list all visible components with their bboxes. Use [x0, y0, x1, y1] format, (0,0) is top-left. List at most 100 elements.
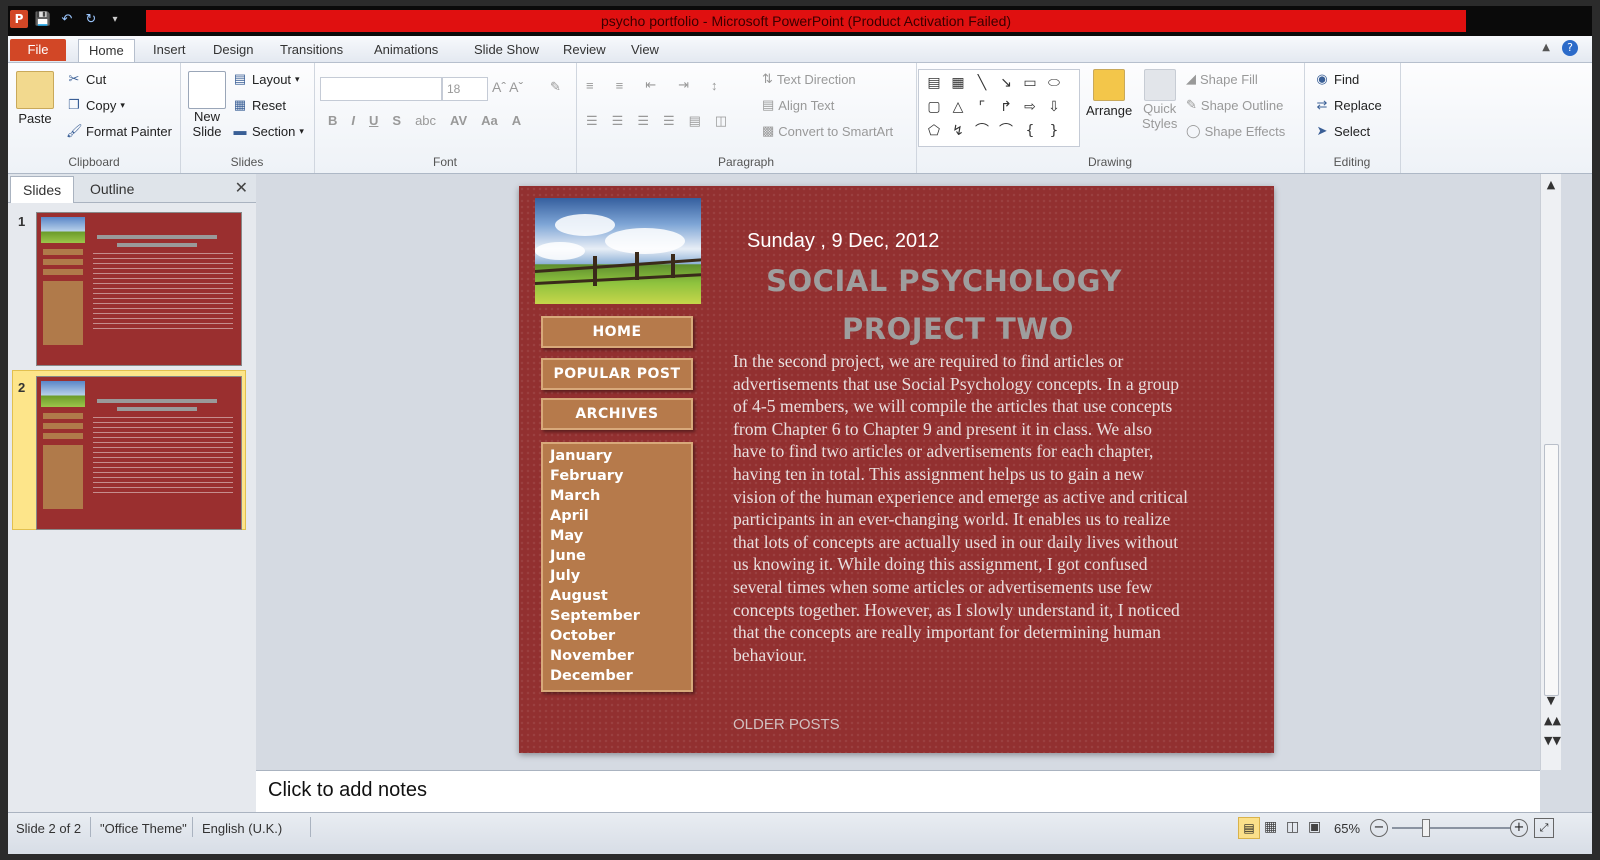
change-case-icon[interactable]: Aa [481, 113, 498, 128]
textbox-vertical-shape-icon[interactable]: ▦ [947, 72, 969, 94]
theme-name[interactable]: "Office Theme" [100, 821, 187, 836]
font-size-select[interactable]: 18 [442, 77, 488, 101]
zoom-out-icon[interactable]: − [1370, 819, 1388, 837]
help-icon[interactable]: ? [1562, 40, 1578, 56]
zoom-level[interactable]: 65% [1334, 821, 1360, 836]
redo-icon[interactable]: ↻ [82, 10, 100, 28]
shape-effects-button[interactable]: ◯ Shape Effects [1186, 123, 1285, 139]
curve-shape-icon[interactable]: ⌒ [971, 120, 993, 142]
slide-canvas[interactable]: HOME POPULAR POST ARCHIVES January Febru… [519, 186, 1274, 753]
freeform-shape-icon[interactable]: ↯ [947, 120, 969, 142]
nav-popular-post-button[interactable]: POPULAR POST [541, 358, 693, 390]
new-slide-button[interactable]: New Slide [188, 71, 226, 139]
line-shape-icon[interactable]: ╲ [971, 72, 993, 94]
tab-animations[interactable]: Animations [364, 39, 448, 61]
elbow-arrow-connector-icon[interactable]: ↱ [995, 96, 1017, 118]
shape-fill-button[interactable]: ◢ Shape Fill [1186, 71, 1258, 87]
arrow-line-shape-icon[interactable]: ↘ [995, 72, 1017, 94]
archive-month[interactable]: February [550, 466, 623, 486]
distribute-icon[interactable]: ▤ [689, 113, 701, 129]
align-text-button[interactable]: ▤ Align Text [762, 97, 834, 113]
oval-shape-icon[interactable]: ⬭ [1043, 72, 1065, 94]
find-button[interactable]: ◉ Find [1314, 71, 1359, 87]
bullets-icon[interactable]: ≡ [586, 78, 594, 93]
replace-button[interactable]: ⇄ Replace [1314, 97, 1382, 113]
italic-icon[interactable]: I [351, 113, 355, 128]
landscape-photo[interactable] [535, 198, 701, 304]
vertical-scrollbar[interactable]: ▲ ▼ ▲▲ ▼▼ [1540, 174, 1561, 770]
strikethrough-icon[interactable]: S [392, 113, 401, 128]
textbox-shape-icon[interactable]: ▤ [923, 72, 945, 94]
fit-to-window-icon[interactable]: ⤢ [1534, 818, 1554, 838]
shape-outline-button[interactable]: ✎ Shape Outline [1186, 97, 1283, 113]
triangle-shape-icon[interactable]: △ [947, 96, 969, 118]
zoom-slider[interactable] [1392, 827, 1510, 829]
tab-insert[interactable]: Insert [143, 39, 196, 61]
grow-font-icon[interactable]: Aˆ Aˇ [492, 79, 523, 95]
text-direction-button[interactable]: ⇅ Text Direction [762, 71, 856, 87]
arrange-button[interactable]: Arrange [1086, 69, 1132, 118]
line-spacing-icon[interactable]: ↕ [711, 78, 718, 93]
tab-design[interactable]: Design [203, 39, 263, 61]
tab-home[interactable]: Home [78, 39, 135, 62]
older-posts-link[interactable]: OLDER POSTS [733, 716, 840, 733]
tab-outline[interactable]: Outline [78, 176, 146, 202]
strikethrough-text-icon[interactable]: abc [415, 113, 436, 128]
layout-button[interactable]: ▤ Layout ▾ [232, 71, 300, 87]
copy-button[interactable]: ❐ Copy ▾ [66, 97, 125, 113]
slide-body-text[interactable]: In the second project, we are required t… [733, 350, 1189, 666]
notes-placeholder[interactable]: Click to add notes [268, 779, 427, 802]
align-right-icon[interactable]: ☰ [637, 113, 649, 129]
save-icon[interactable]: 💾 [34, 10, 52, 28]
language-indicator[interactable]: English (U.K.) [202, 821, 282, 836]
numbering-icon[interactable]: ≡ [616, 78, 624, 93]
slide-show-icon[interactable]: ▣ [1308, 819, 1321, 835]
clear-formatting-icon[interactable]: ✎ [550, 79, 561, 95]
align-left-icon[interactable]: ☰ [586, 113, 598, 129]
format-painter-button[interactable]: 🖌 Format Painter [66, 123, 172, 139]
tab-review[interactable]: Review [553, 39, 616, 61]
archive-month[interactable]: March [550, 486, 600, 506]
increase-indent-icon[interactable]: ⇥ [678, 77, 689, 93]
nav-archives-button[interactable]: ARCHIVES [541, 398, 693, 430]
convert-smartart-button[interactable]: ▩ Convert to SmartArt [762, 123, 893, 139]
right-arrow-shape-icon[interactable]: ⇨ [1019, 96, 1041, 118]
previous-slide-icon[interactable]: ▲▲ [1544, 714, 1561, 727]
align-center-icon[interactable]: ☰ [612, 113, 624, 129]
undo-icon[interactable]: ↶ [58, 10, 76, 28]
slide-thumbnail-1[interactable] [36, 212, 242, 366]
underline-icon[interactable]: U [369, 113, 378, 128]
left-brace-shape-icon[interactable]: { [1019, 120, 1041, 142]
pentagon-shape-icon[interactable]: ⬠ [923, 120, 945, 142]
archive-month[interactable]: May [550, 526, 583, 546]
archive-month[interactable]: August [550, 586, 608, 606]
next-slide-icon[interactable]: ▼▼ [1544, 734, 1561, 747]
archive-month[interactable]: June [550, 546, 586, 566]
close-pane-icon[interactable]: ✕ [235, 178, 248, 197]
zoom-in-icon[interactable]: + [1510, 819, 1528, 837]
slide-title-line1[interactable]: SOCIAL PSYCHOLOGY [729, 264, 1159, 298]
tab-slides[interactable]: Slides [10, 176, 75, 203]
elbow-connector-icon[interactable]: ⌜ [971, 96, 993, 118]
scroll-thumb[interactable] [1544, 444, 1559, 696]
tab-view[interactable]: View [621, 39, 669, 61]
right-brace-shape-icon[interactable]: } [1043, 120, 1065, 142]
rounded-rectangle-shape-icon[interactable]: ▢ [923, 96, 945, 118]
cut-button[interactable]: ✂ Cut [66, 71, 107, 87]
rectangle-shape-icon[interactable]: ▭ [1019, 72, 1041, 94]
archive-month[interactable]: September [550, 606, 640, 626]
paste-button[interactable]: Paste [16, 71, 54, 126]
slide-sorter-icon[interactable]: ▦ [1264, 819, 1277, 835]
bold-icon[interactable]: B [328, 113, 337, 128]
arc-shape-icon[interactable]: ⌒ [995, 120, 1017, 142]
scroll-up-icon[interactable]: ▲ [1544, 178, 1558, 191]
section-button[interactable]: ▬ Section ▾ [232, 123, 304, 139]
zoom-slider-thumb[interactable] [1422, 819, 1430, 837]
shapes-gallery[interactable]: ▤ ▦ ╲ ↘ ▭ ⬭ ▢ △ ⌜ ↱ ⇨ ⇩ ⬠ ↯ ⌒ ⌒ { } [918, 69, 1080, 147]
post-date[interactable]: Sunday , 9 Dec, 2012 [747, 230, 939, 253]
archive-month[interactable]: November [550, 646, 634, 666]
font-family-select[interactable] [320, 77, 442, 101]
columns-icon[interactable]: ◫ [715, 113, 727, 129]
justify-icon[interactable]: ☰ [663, 113, 675, 129]
archive-month[interactable]: July [550, 566, 580, 586]
